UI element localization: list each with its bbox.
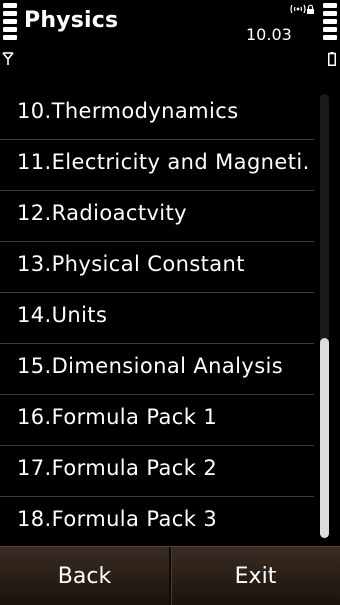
scrollbar-track[interactable] — [320, 94, 329, 538]
list-item[interactable]: 17.Formula Pack 2 — [0, 446, 316, 497]
list-item-label: 18.Formula Pack 3 — [17, 507, 218, 531]
exit-button[interactable]: Exit — [171, 547, 340, 605]
app-title: Physics — [24, 8, 119, 33]
list-item[interactable]: 16.Formula Pack 1 — [0, 395, 316, 446]
topic-list: 10.Thermodynamics 11.Electricity and Mag… — [0, 89, 316, 546]
connectivity-lock-icon — [290, 4, 314, 14]
list-item[interactable]: 18.Formula Pack 3 — [0, 497, 316, 546]
list-item[interactable]: 12.Radioactvity — [0, 191, 316, 242]
list-item[interactable]: 14.Units — [0, 293, 316, 344]
battery-level-icon — [323, 3, 337, 43]
signal-strength-icon — [3, 3, 17, 43]
list-item-label: 14.Units — [17, 303, 108, 327]
softkey-bar: Back Exit — [0, 546, 340, 605]
list-item-label: 11.Electricity and Magneti... — [17, 150, 309, 174]
battery-icon — [328, 52, 336, 66]
list-item[interactable]: 15.Dimensional Analysis — [0, 344, 316, 395]
list-item-label: 12.Radioactvity — [17, 201, 187, 225]
list-item-label: 10.Thermodynamics — [17, 99, 239, 123]
antenna-icon — [2, 52, 14, 65]
list-item[interactable]: 10.Thermodynamics — [0, 89, 316, 140]
status-bar: Physics 10.03 — [0, 0, 340, 74]
scrollbar-thumb[interactable] — [320, 338, 329, 538]
clock: 10.03 — [246, 25, 292, 44]
back-button[interactable]: Back — [0, 547, 169, 605]
list-item-label: 15.Dimensional Analysis — [17, 354, 284, 378]
list-item-label: 16.Formula Pack 1 — [17, 405, 218, 429]
list-item-label: 17.Formula Pack 2 — [17, 456, 218, 480]
list-item[interactable]: 11.Electricity and Magneti... — [0, 140, 316, 191]
list-item-label: 13.Physical Constant — [17, 252, 245, 276]
list-item[interactable]: 13.Physical Constant — [0, 242, 316, 293]
